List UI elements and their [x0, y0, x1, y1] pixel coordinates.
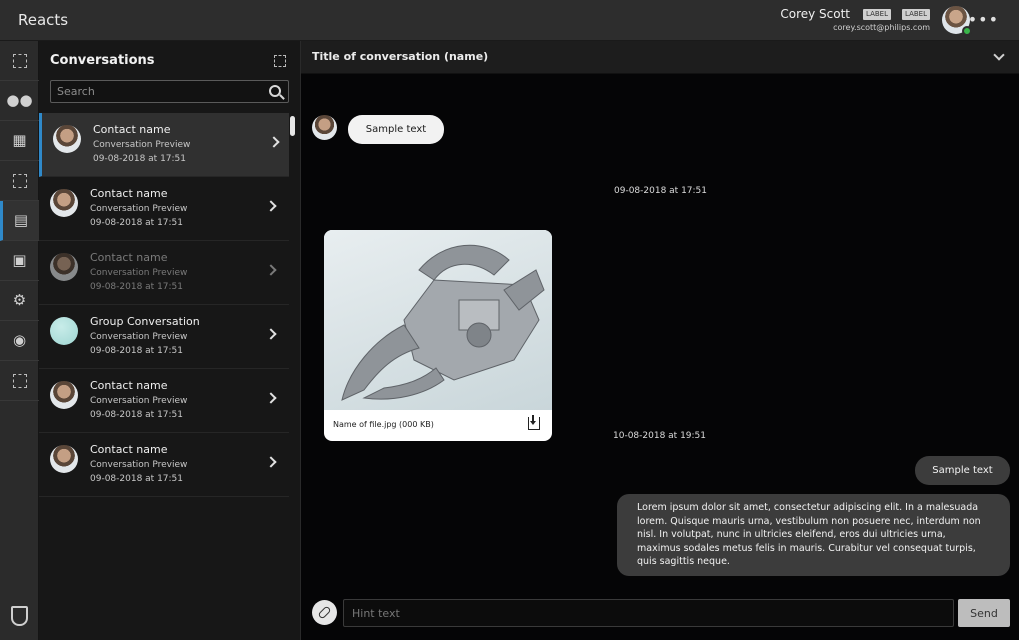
attach-button[interactable] [312, 600, 337, 625]
chevron-down-icon[interactable] [993, 49, 1005, 61]
top-bar: Reacts Corey Scott LABEL LABEL corey.sco… [0, 0, 1019, 41]
conversations-panel: Conversations Contact name Conversation … [39, 41, 301, 640]
rail-item-presentation[interactable]: ▣ [0, 241, 39, 281]
calendar-icon: ▦ [12, 131, 27, 149]
avatar [53, 125, 81, 153]
chat-title: Title of conversation (name) [312, 50, 489, 63]
conversation-time: 09-08-2018 at 17:51 [90, 410, 184, 420]
chevron-right-icon [265, 392, 277, 404]
chevron-right-icon [268, 136, 280, 148]
scroll-thumb[interactable] [290, 116, 295, 136]
contact-name: Contact name [90, 379, 168, 392]
conversation-preview: Conversation Preview [93, 140, 191, 150]
nav-rail: ●● ▦ ▤ ▣ ⚙ ◉ [0, 41, 39, 640]
presentation-icon: ▣ [12, 251, 27, 269]
conversation-preview: Conversation Preview [90, 204, 188, 214]
placeholder-icon [12, 373, 27, 388]
chevron-right-icon [265, 328, 277, 340]
avatar [312, 115, 337, 140]
philips-shield-icon [11, 606, 28, 626]
search-box [50, 80, 289, 103]
user-badge: LABEL [902, 9, 930, 20]
rail-item-placeholder[interactable] [0, 161, 39, 201]
contact-name: Contact name [90, 187, 168, 200]
conversation-time: 09-08-2018 at 17:51 [90, 218, 184, 228]
conversation-item[interactable]: Group Conversation Conversation Preview … [39, 305, 289, 369]
chat-icon: ▤ [13, 211, 29, 229]
rail-item-chat[interactable]: ▤ [0, 201, 39, 241]
panel-title: Conversations [50, 53, 155, 68]
avatar [50, 253, 78, 281]
user-name: Corey Scott [780, 7, 850, 21]
more-options-icon[interactable]: ••• [968, 10, 999, 29]
file-attachment[interactable]: Name of file.jpg (000 KB) [324, 230, 552, 441]
rail-item-calendar[interactable]: ▦ [0, 121, 39, 161]
rail-item-settings[interactable]: ⚙ [0, 281, 39, 321]
rail-item-placeholder[interactable] [0, 41, 39, 81]
contact-name: Contact name [90, 251, 168, 264]
placeholder-icon [12, 53, 27, 68]
conversation-list: Contact name Conversation Preview 09-08-… [39, 113, 289, 497]
chat-header: Title of conversation (name) [301, 41, 1019, 74]
chevron-right-icon [265, 264, 277, 276]
conversation-preview: Conversation Preview [90, 396, 188, 406]
placeholder-icon [12, 173, 27, 188]
message-input[interactable] [343, 599, 954, 627]
message-timestamp: 10-08-2018 at 19:51 [613, 431, 707, 441]
search-input[interactable] [57, 85, 257, 98]
chevron-right-icon [265, 456, 277, 468]
chat-area: Title of conversation (name) Sample text… [301, 41, 1019, 640]
outgoing-message: Lorem ipsum dolor sit amet, consectetur … [617, 494, 1010, 576]
avatar [50, 189, 78, 217]
panel-action-icon[interactable] [274, 55, 286, 67]
file-name: Name of file.jpg (000 KB) [333, 420, 434, 429]
conversation-scrollbar[interactable] [290, 113, 296, 640]
rail-item-placeholder[interactable] [0, 361, 39, 401]
app-title: Reacts [18, 11, 69, 29]
conversation-preview: Conversation Preview [90, 332, 188, 342]
avatar [50, 381, 78, 409]
download-icon[interactable] [528, 415, 540, 430]
send-button[interactable]: Send [958, 599, 1010, 627]
chevron-right-icon [265, 200, 277, 212]
user-avatar-button[interactable] [942, 6, 972, 36]
attachment-image [324, 230, 552, 410]
conversation-item[interactable]: Contact name Conversation Preview 09-08-… [39, 113, 289, 177]
group-avatar [50, 317, 78, 345]
gear-icon: ⚙ [12, 291, 27, 309]
people-icon: ●● [6, 91, 33, 109]
conversation-time: 09-08-2018 at 17:51 [90, 346, 184, 356]
app-window: Reacts Corey Scott LABEL LABEL corey.sco… [0, 0, 1019, 640]
conversation-preview: Conversation Preview [90, 460, 188, 470]
paperclip-icon [317, 605, 332, 620]
search-icon[interactable] [269, 85, 281, 97]
user-circle-icon: ◉ [12, 331, 27, 349]
contact-name: Contact name [93, 123, 171, 136]
incoming-message: Sample text [348, 115, 444, 144]
conversation-time: 09-08-2018 at 17:51 [93, 154, 187, 164]
rail-item-contacts[interactable]: ●● [0, 81, 39, 121]
conversation-item[interactable]: Contact name Conversation Preview 09-08-… [39, 177, 289, 241]
contact-name: Contact name [90, 443, 168, 456]
conversation-item[interactable]: Contact name Conversation Preview 09-08-… [39, 369, 289, 433]
message-timestamp: 09-08-2018 at 17:51 [614, 186, 708, 196]
contact-name: Group Conversation [90, 315, 200, 328]
conversation-preview: Conversation Preview [90, 268, 188, 278]
conversation-time: 09-08-2018 at 17:51 [90, 474, 184, 484]
user-badge: LABEL [863, 9, 891, 20]
avatar [50, 445, 78, 473]
outgoing-message: Sample text [915, 456, 1010, 485]
conversation-time: 09-08-2018 at 17:51 [90, 282, 184, 292]
conversation-item[interactable]: Contact name Conversation Preview 09-08-… [39, 433, 289, 497]
user-email: corey.scott@philips.com [833, 23, 930, 32]
rail-item-profile[interactable]: ◉ [0, 321, 39, 361]
conversation-item[interactable]: Contact name Conversation Preview 09-08-… [39, 241, 289, 305]
